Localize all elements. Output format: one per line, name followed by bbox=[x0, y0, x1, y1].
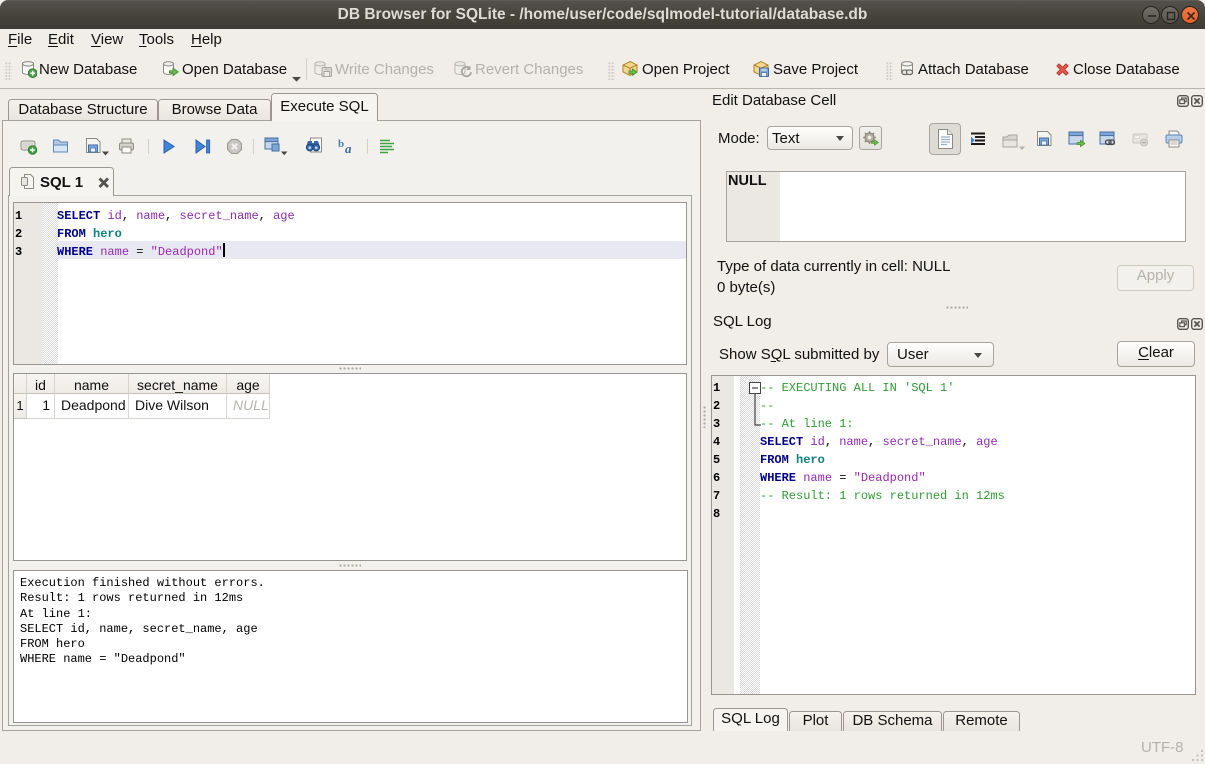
svg-text:a: a bbox=[345, 141, 352, 156]
svg-text:b: b bbox=[338, 138, 344, 150]
